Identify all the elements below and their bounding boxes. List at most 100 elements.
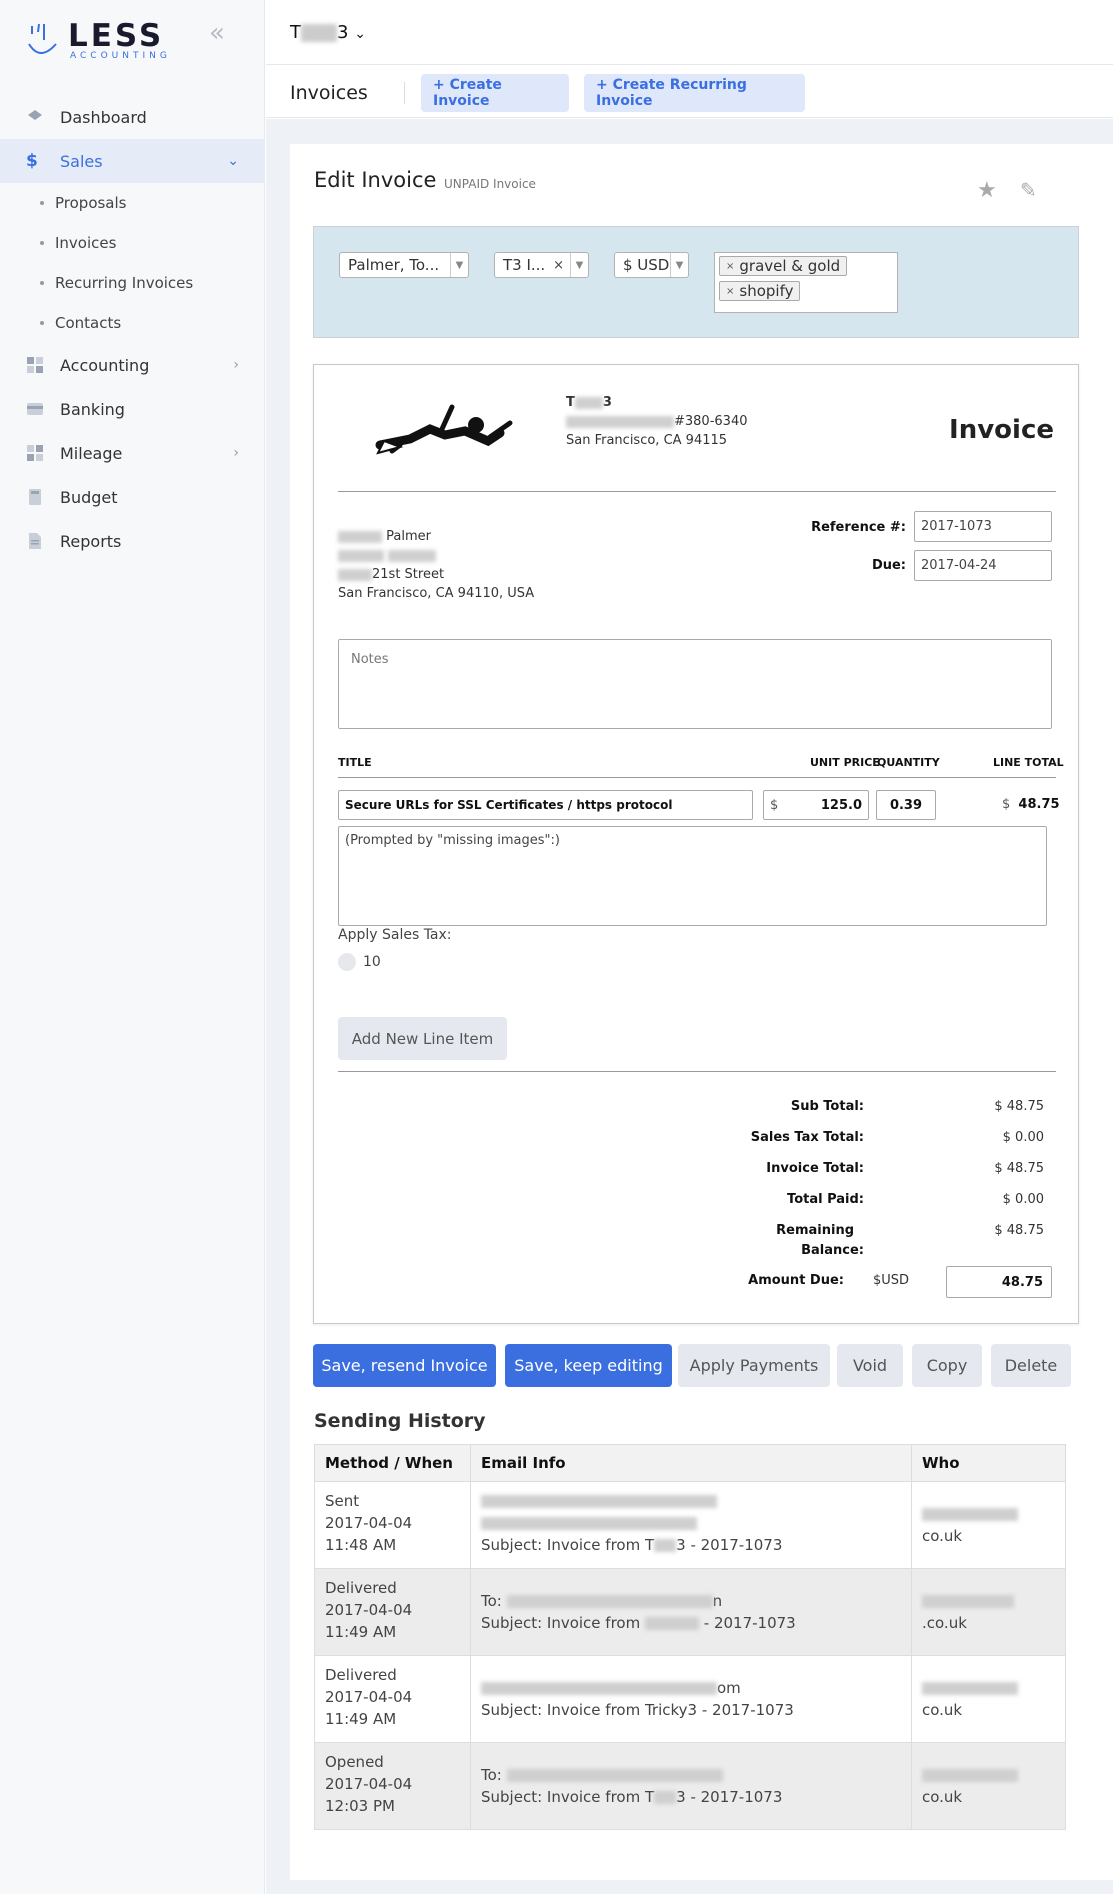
chevron-down-icon: ⌄ bbox=[227, 153, 239, 169]
sales-tax-checkbox[interactable] bbox=[338, 953, 356, 971]
clear-icon[interactable]: × bbox=[553, 258, 564, 273]
logo-text: LESS bbox=[68, 18, 165, 54]
dollar-icon: $ bbox=[26, 151, 38, 171]
tag-chip[interactable]: × shopify bbox=[719, 281, 801, 301]
who-cell: .co.uk bbox=[911, 1568, 1066, 1656]
apply-payments-button[interactable]: Apply Payments bbox=[678, 1344, 830, 1387]
add-line-item-button[interactable]: Add New Line Item bbox=[338, 1017, 507, 1060]
topbar: T 3 ⌄ bbox=[266, 0, 1113, 65]
sidebar-item-banking[interactable]: Banking bbox=[0, 387, 265, 431]
redacted-text bbox=[922, 1508, 1018, 1521]
sidebar-item-mileage[interactable]: Mileage › bbox=[0, 431, 265, 475]
reference-input[interactable]: 2017-1073 bbox=[914, 511, 1052, 542]
who-suffix: co.uk bbox=[922, 1527, 963, 1545]
dropdown-arrow-icon: ▼ bbox=[570, 253, 588, 277]
create-recurring-invoice-button[interactable]: + Create Recurring Invoice bbox=[584, 74, 805, 112]
redacted-text bbox=[301, 24, 337, 42]
sidebar-subitem-recurring-invoices[interactable]: Recurring Invoices bbox=[0, 263, 265, 303]
template-select[interactable]: T3 I... × ▼ bbox=[494, 252, 589, 278]
redacted-text bbox=[338, 530, 382, 543]
subject-prefix: Subject: Invoice from T bbox=[481, 1788, 655, 1806]
remaining-balance-label: Remaining Balance: bbox=[744, 1223, 864, 1258]
reference-label: Reference #: bbox=[811, 520, 906, 535]
divider bbox=[338, 491, 1056, 492]
method-when-cell: Sent 2017-04-04 11:48 AM bbox=[314, 1481, 471, 1569]
due-date-input[interactable]: 2017-04-24 bbox=[914, 550, 1052, 581]
amount-due-input[interactable]: 48.75 bbox=[946, 1266, 1052, 1298]
logo[interactable]: LESS ACCOUNTING bbox=[26, 18, 167, 64]
contact-select-value: Palmer, To... bbox=[348, 256, 440, 274]
method-when-cell: Delivered 2017-04-04 11:49 AM bbox=[314, 1655, 471, 1743]
copy-button[interactable]: Copy bbox=[912, 1344, 982, 1387]
remaining-label-line2: Balance: bbox=[801, 1243, 864, 1258]
who-cell: co.uk bbox=[911, 1655, 1066, 1743]
company-switcher[interactable]: T 3 ⌄ bbox=[290, 22, 366, 43]
grid-icon bbox=[27, 357, 43, 373]
tag-label: gravel & gold bbox=[739, 257, 841, 275]
edit-icon[interactable]: ✎ bbox=[1020, 178, 1037, 202]
invoice-document: T3 #380-6340 San Francisco, CA 94115 Inv… bbox=[313, 364, 1079, 1324]
redacted-text bbox=[481, 1495, 717, 1508]
to-suffix: n bbox=[712, 1592, 723, 1610]
invoice-options-bar bbox=[313, 226, 1079, 338]
star-icon[interactable]: ★ bbox=[977, 178, 997, 203]
unit-price-value: 125.0 bbox=[820, 797, 862, 813]
sidebar-subitem-contacts[interactable]: Contacts bbox=[0, 303, 265, 343]
company-logo-icon bbox=[375, 404, 513, 455]
remove-tag-icon[interactable]: × bbox=[726, 286, 734, 297]
void-button[interactable]: Void bbox=[837, 1344, 903, 1387]
invoice-heading: Invoice bbox=[949, 415, 1054, 445]
quantity-input[interactable]: 0.39 bbox=[876, 790, 936, 820]
bullet-icon bbox=[40, 201, 44, 205]
sidebar-item-budget[interactable]: Budget bbox=[0, 475, 265, 519]
invoice-total-label: Invoice Total: bbox=[766, 1161, 864, 1176]
remove-tag-icon[interactable]: × bbox=[726, 261, 734, 272]
collapse-sidebar-icon[interactable]: « bbox=[209, 18, 225, 48]
email-info-cell: To: Subject: Invoice from T 3 - 2017-1073 bbox=[470, 1742, 912, 1830]
sidebar-subitem-label: Contacts bbox=[55, 314, 122, 332]
notes-textarea[interactable]: Notes bbox=[338, 639, 1052, 729]
sidebar-subitem-label: Proposals bbox=[55, 194, 127, 212]
line-total-value: 48.75 bbox=[1018, 797, 1060, 812]
total-paid-value: $ 0.00 bbox=[1002, 1192, 1044, 1207]
sidebar-item-dashboard[interactable]: Dashboard bbox=[0, 95, 265, 139]
sidebar-item-sales[interactable]: $ Sales ⌄ bbox=[0, 139, 265, 183]
table-row: Delivered 2017-04-04 11:49 AM om Subject:… bbox=[314, 1655, 1066, 1743]
tag-chip[interactable]: × gravel & gold bbox=[719, 256, 848, 276]
delete-button[interactable]: Delete bbox=[991, 1344, 1071, 1387]
redacted-text bbox=[644, 1617, 699, 1630]
divider bbox=[338, 1071, 1056, 1072]
sidebar-subitem-invoices[interactable]: Invoices bbox=[0, 223, 265, 263]
method: Delivered bbox=[325, 1666, 397, 1684]
sidebar-item-reports[interactable]: Reports bbox=[0, 519, 265, 563]
sidebar-subitem-proposals[interactable]: Proposals bbox=[0, 183, 265, 223]
company-phone: #380-6340 bbox=[566, 414, 747, 429]
save-keep-editing-button[interactable]: Save, keep editing bbox=[505, 1344, 672, 1387]
redacted-text bbox=[566, 415, 674, 428]
edit-invoice-title: Edit Invoice bbox=[314, 168, 437, 192]
save-resend-button[interactable]: Save, resend Invoice bbox=[313, 1344, 496, 1387]
line-item-description-textarea[interactable]: (Prompted by "missing images":) bbox=[338, 826, 1047, 926]
create-invoice-button[interactable]: + Create Invoice bbox=[421, 74, 569, 112]
column-title: TITLE bbox=[338, 756, 372, 769]
tags-input[interactable]: × gravel & gold × shopify bbox=[714, 252, 898, 313]
line-item-title-input[interactable]: Secure URLs for SSL Certificates / https… bbox=[338, 790, 753, 820]
page-header: Invoices + Create Invoice + Create Recur… bbox=[266, 66, 1113, 118]
client-street: 21st Street bbox=[338, 567, 444, 582]
to-prefix: To: bbox=[481, 1766, 502, 1784]
currency-select[interactable]: $ USD ▼ bbox=[614, 252, 689, 278]
redacted-text bbox=[481, 1682, 717, 1695]
subject-prefix: Subject: Invoice from T bbox=[481, 1536, 655, 1554]
sidebar-subitem-label: Recurring Invoices bbox=[55, 274, 194, 292]
sidebar-item-accounting[interactable]: Accounting › bbox=[0, 343, 265, 387]
redacted-text bbox=[338, 568, 372, 581]
contact-select[interactable]: Palmer, To... ▼ bbox=[339, 252, 469, 278]
redacted-text bbox=[922, 1769, 1018, 1782]
bullet-icon bbox=[40, 321, 44, 325]
unit-price-input[interactable]: $ 125.0 bbox=[763, 790, 869, 820]
dropdown-arrow-icon: ▼ bbox=[670, 253, 688, 277]
sending-history-title: Sending History bbox=[314, 1410, 486, 1432]
line-total: $ 48.75 bbox=[1002, 797, 1060, 812]
email-info-cell: om Subject: Invoice from Tricky3 - 2017-… bbox=[470, 1655, 912, 1743]
sales-tax-label: Apply Sales Tax: bbox=[338, 927, 452, 943]
